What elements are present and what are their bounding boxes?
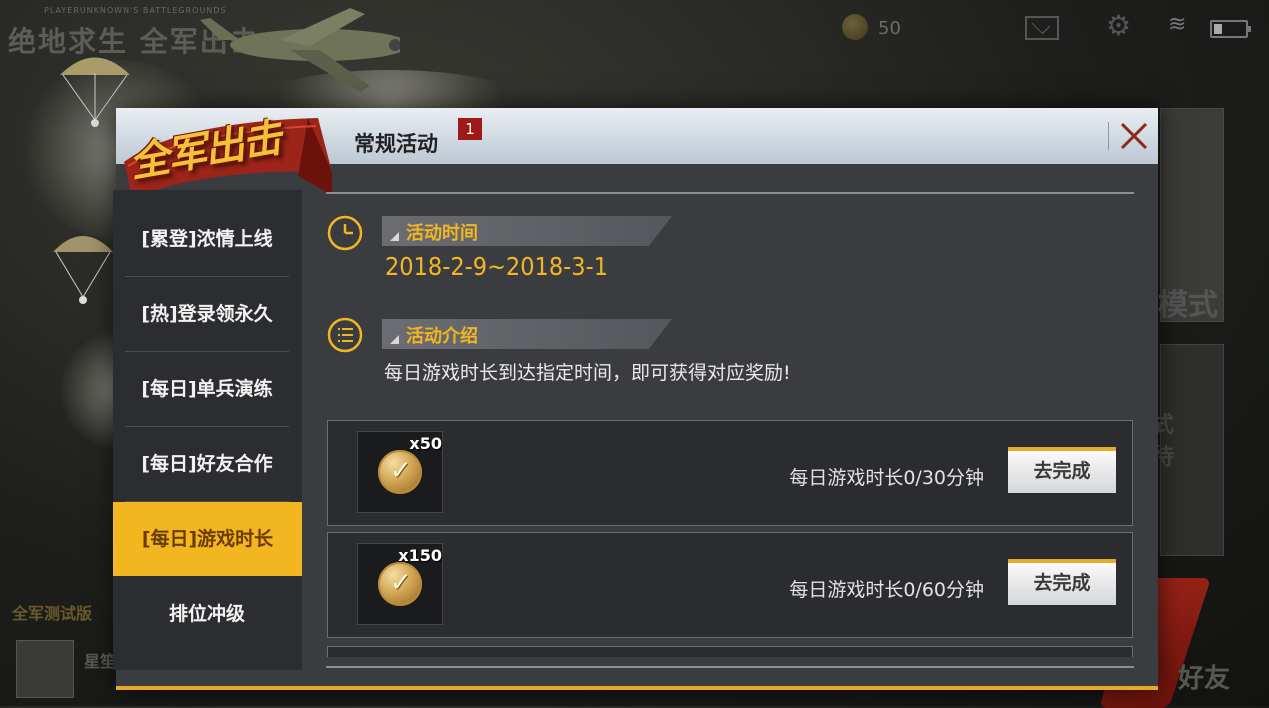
reward-item: ✓ x50 xyxy=(357,431,443,513)
player-name: 星笙 xyxy=(84,652,117,671)
coin-icon: ✓ xyxy=(378,450,422,494)
activity-content: 活动时间 2018-2-9~2018-3-1 活动介绍 每日游戏时长到达指定时间… xyxy=(326,178,1134,678)
clock-icon xyxy=(327,215,363,251)
close-icon[interactable] xyxy=(1116,118,1152,154)
dialog-bottom-border xyxy=(116,686,1158,690)
intro-text: 每日游戏时长到达指定时间，即可获得对应奖励! xyxy=(384,362,791,384)
reward-quantity: x50 xyxy=(409,434,442,453)
sidebar-item-login-reward[interactable]: [热]登录领永久 xyxy=(125,277,289,352)
go-complete-button[interactable]: 去完成 xyxy=(1008,559,1116,605)
go-complete-button[interactable]: 去完成 xyxy=(1008,447,1116,493)
list-icon xyxy=(327,317,363,353)
activity-sidebar: [累登]浓情上线 [热]登录领永久 [每日]单兵演练 [每日]好友合作 [每日]… xyxy=(113,190,302,670)
task-progress-label: 每日游戏时长0/60分钟 xyxy=(789,579,984,601)
triangle-icon xyxy=(390,232,399,241)
coin-icon: ✓ xyxy=(378,562,422,606)
sidebar-item-solo-drill[interactable]: [每日]单兵演练 xyxy=(125,352,289,427)
sidebar-item-login-streak[interactable]: [累登]浓情上线 xyxy=(125,202,289,277)
intro-heading: 活动介绍 xyxy=(406,326,478,347)
sidebar-item-friend-coop[interactable]: [每日]好友合作 xyxy=(125,427,289,502)
friends-label: 好友 xyxy=(1178,664,1231,694)
test-version-label: 全军测试版 xyxy=(12,604,93,623)
sidebar-item-ranked[interactable]: 排位冲级 xyxy=(125,577,289,651)
coupon-icon xyxy=(842,14,868,40)
avatar xyxy=(16,640,74,698)
notification-badge: 1 xyxy=(458,118,482,140)
reward-quantity: x150 xyxy=(398,546,442,565)
task-row-partial xyxy=(327,646,1133,657)
coupon-count: 50 xyxy=(878,18,901,39)
time-heading: 活动时间 xyxy=(406,223,478,244)
wifi-icon: ≋ xyxy=(1168,12,1187,37)
gear-icon[interactable]: ⚙ xyxy=(1106,12,1131,40)
task-progress-label: 每日游戏时长0/30分钟 xyxy=(789,467,984,489)
mode-label: 模式 xyxy=(1158,288,1218,323)
activity-date-range: 2018-2-9~2018-3-1 xyxy=(385,252,608,281)
divider xyxy=(326,666,1134,668)
dialog-title: 常规活动 xyxy=(354,132,438,156)
divider xyxy=(326,192,1134,194)
section-header-time: 活动时间 xyxy=(382,216,672,246)
task-row: ✓ x150 每日游戏时长0/60分钟 去完成 xyxy=(327,532,1133,638)
triangle-icon xyxy=(390,335,399,344)
battery-icon xyxy=(1210,20,1251,38)
reward-item: ✓ x150 xyxy=(357,543,443,625)
airplane-icon xyxy=(200,8,400,92)
sidebar-item-play-time[interactable]: [每日]游戏时长 xyxy=(113,502,302,576)
section-header-intro: 活动介绍 xyxy=(382,319,672,349)
mail-icon[interactable] xyxy=(1025,16,1059,40)
parachute-icon xyxy=(53,236,113,304)
header-divider xyxy=(1108,122,1109,150)
task-row: ✓ x50 每日游戏时长0/30分钟 去完成 xyxy=(327,420,1133,526)
